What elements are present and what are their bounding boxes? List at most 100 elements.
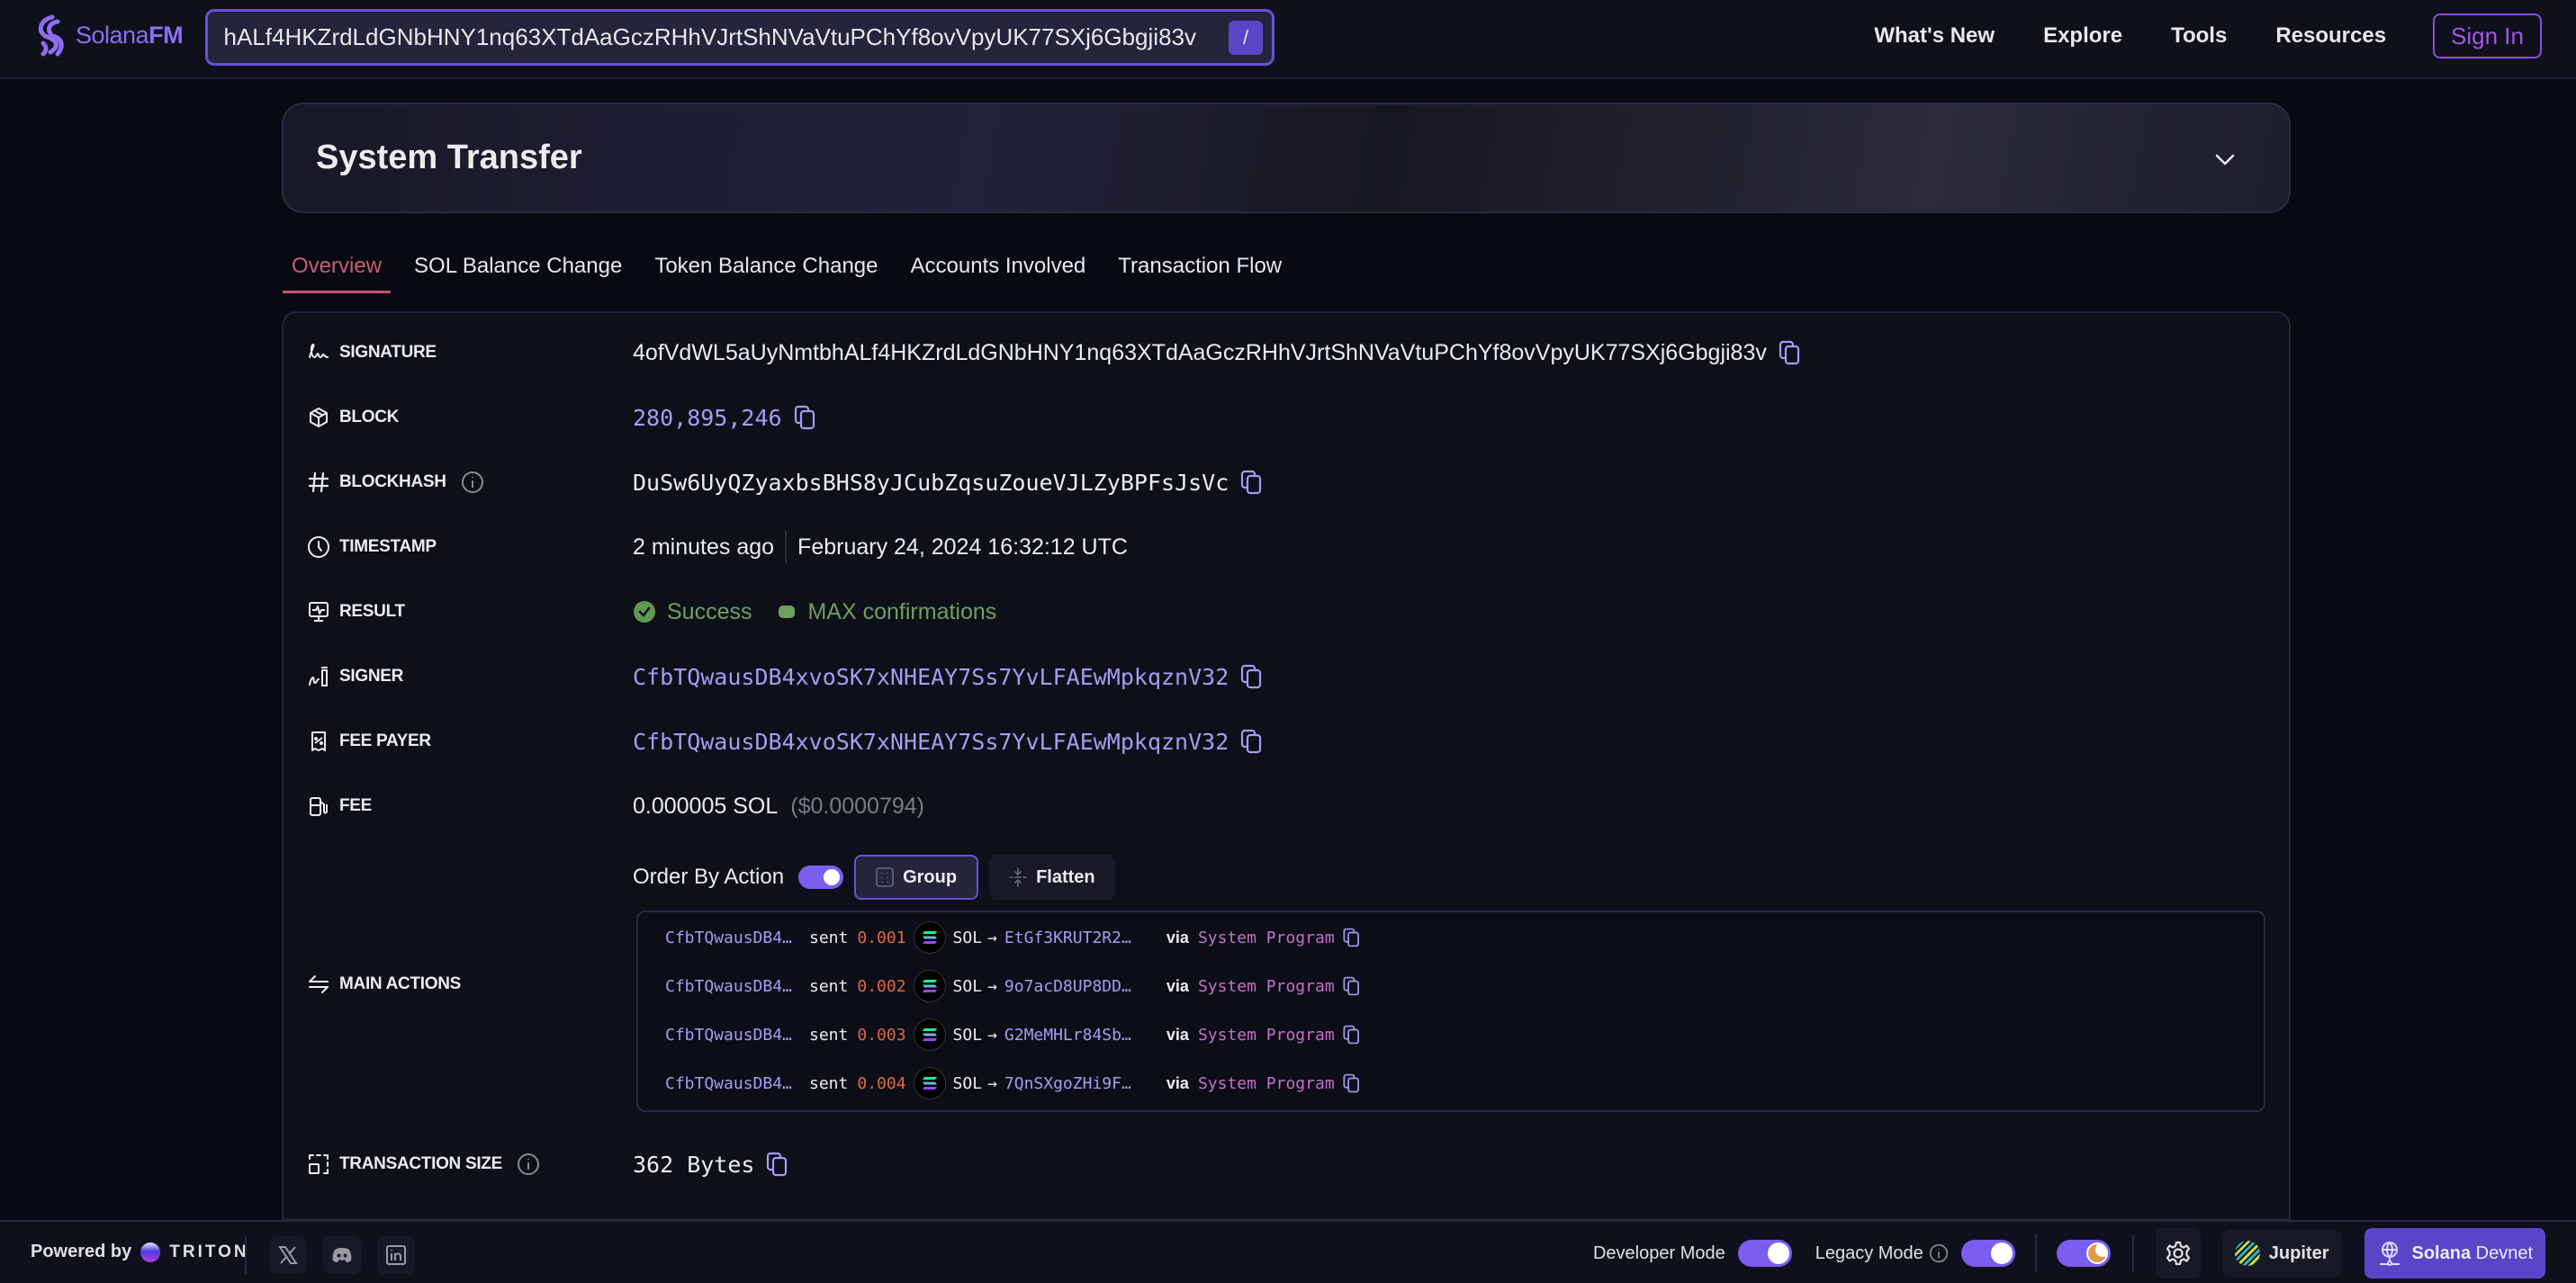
page-title: System Transfer	[316, 139, 582, 176]
timestamp-absolute: February 24, 2024 16:32:12 UTC	[797, 534, 1128, 560]
transaction-size-value: 362 Bytes	[633, 1151, 755, 1178]
blockhash-label: BLOCKHASH	[339, 472, 446, 491]
action-to-link[interactable]: 9o7acD8UP8DD…	[1004, 977, 1166, 996]
copy-icon[interactable]	[1342, 1024, 1362, 1045]
result-row: RESULT Success MAX confirmations	[284, 594, 2289, 630]
resize-icon	[309, 1154, 329, 1174]
info-icon[interactable]	[461, 471, 484, 494]
action-from-link[interactable]: CfbTQwausDB4…	[665, 929, 809, 947]
action-to-link[interactable]: G2MeMHLr84Sb…	[1004, 1026, 1166, 1045]
copy-icon[interactable]	[1342, 975, 1362, 997]
group-button[interactable]: Group	[854, 855, 979, 900]
network-selector-button[interactable]: Solana Devnet	[2364, 1228, 2545, 1279]
transaction-size-label: TRANSACTION SIZE	[339, 1154, 502, 1173]
blockhash-row: BLOCKHASH DuSw6UyQZyaxbsBHS8yJCubZqsuZou…	[284, 464, 2289, 500]
action-via: via	[1166, 976, 1189, 995]
action-to-link[interactable]: EtGf3KRUT2R2…	[1004, 929, 1166, 947]
action-item: CfbTQwausDB4… sent 0.003 SOL → G2MeMHLr8…	[665, 1018, 1362, 1051]
network-name: Solana	[2411, 1243, 2472, 1263]
search-bar[interactable]: /	[205, 9, 1274, 66]
order-by-action-toggle[interactable]	[798, 866, 844, 889]
signer-label: SIGNER	[339, 667, 404, 686]
info-icon[interactable]	[517, 1153, 540, 1176]
copy-icon[interactable]	[1778, 339, 1803, 366]
gear-icon	[2166, 1241, 2190, 1266]
sign-in-button[interactable]: Sign In	[2433, 13, 2542, 58]
powered-by[interactable]: Powered by TRITON	[31, 1242, 249, 1262]
x-twitter-icon	[278, 1246, 298, 1264]
search-input[interactable]	[224, 23, 1196, 51]
copy-icon[interactable]	[1342, 927, 1362, 948]
blockhash-value[interactable]: DuSw6UyQZyaxbsBHS8yJCubZqsuZoueVJLZyBPFs…	[633, 470, 1229, 496]
tab-overview[interactable]: Overview	[283, 243, 392, 293]
jupiter-button[interactable]: Jupiter	[2221, 1230, 2342, 1277]
fee-label-group: FEE	[307, 794, 372, 818]
signer-address-link[interactable]: CfbTQwausDB4xvoSK7xNHEAY7Ss7YvLFAEwMpkqz…	[633, 664, 1229, 690]
developer-mode-toggle[interactable]	[1737, 1240, 1792, 1267]
fee-payer-row: FEE PAYER CfbTQwausDB4xvoSK7xNHEAY7Ss7Yv…	[284, 723, 2289, 759]
signer-label-group: SIGNER	[307, 665, 403, 688]
search-shortcut-button[interactable]: /	[1229, 21, 1263, 55]
nav-whats-new[interactable]: What's New	[1874, 23, 1995, 49]
action-amount: 0.002	[857, 976, 906, 996]
fee-label: FEE	[339, 796, 373, 815]
block-label-group: BLOCK	[307, 406, 399, 429]
action-to-link[interactable]: 7QnSXgoZHi9F…	[1004, 1074, 1166, 1093]
copy-icon[interactable]	[765, 1151, 790, 1178]
action-from-link[interactable]: CfbTQwausDB4…	[665, 1026, 809, 1045]
signature-label: SIGNATURE	[339, 343, 437, 362]
transaction-size-row: TRANSACTION SIZE 362 Bytes	[284, 1146, 2289, 1182]
timestamp-label: TIMESTAMP	[339, 537, 437, 556]
fee-usd: ($0.0000794)	[790, 793, 924, 819]
chevron-down-icon[interactable]	[2211, 146, 2238, 173]
action-program-link[interactable]: System Program	[1198, 1026, 1335, 1045]
theme-toggle[interactable]	[2056, 1240, 2111, 1267]
solanafm-logo[interactable]: SolanaFM	[34, 13, 184, 58]
x-twitter-button[interactable]	[269, 1236, 307, 1274]
main-nav: What's New Explore Tools Resources Sign …	[1825, 0, 2576, 72]
copy-icon[interactable]	[1239, 728, 1265, 755]
fee-payer-label: FEE PAYER	[339, 731, 431, 750]
copy-icon[interactable]	[1239, 663, 1265, 690]
developer-mode-label: Developer Mode	[1592, 1243, 1725, 1263]
action-via: via	[1166, 928, 1189, 947]
copy-icon[interactable]	[1239, 469, 1265, 496]
signature-row: SIGNATURE 4ofVdWL5aUyNmtbhALf4HKZrdLdGNb…	[284, 335, 2289, 371]
action-program-link[interactable]: System Program	[1198, 929, 1335, 947]
settings-button[interactable]	[2155, 1228, 2201, 1279]
transaction-tabs: Overview SOL Balance Change Token Balanc…	[283, 243, 1305, 293]
legacy-mode-toggle[interactable]	[1960, 1240, 2015, 1267]
tab-sol-balance-change[interactable]: SOL Balance Change	[405, 243, 631, 293]
info-icon[interactable]	[1929, 1243, 1949, 1263]
logo-text: SolanaFM	[76, 21, 184, 49]
arrow-right-icon: →	[987, 1025, 997, 1045]
flatten-button[interactable]: Flatten	[989, 855, 1115, 900]
action-token: SOL	[952, 1025, 983, 1045]
jupiter-label: Jupiter	[2268, 1243, 2329, 1263]
nav-explore[interactable]: Explore	[2043, 23, 2122, 49]
action-verb: sent	[809, 1073, 849, 1093]
linkedin-button[interactable]	[377, 1236, 415, 1274]
signature-value[interactable]: 4ofVdWL5aUyNmtbhALf4HKZrdLdGNbHNY1nq63XT…	[633, 340, 1767, 366]
nav-resources[interactable]: Resources	[2275, 23, 2386, 49]
tab-accounts-involved[interactable]: Accounts Involved	[902, 243, 1095, 293]
nav-tools[interactable]: Tools	[2171, 23, 2227, 49]
flatten-label: Flatten	[1036, 866, 1095, 887]
discord-button[interactable]	[323, 1236, 361, 1274]
discord-icon	[332, 1248, 352, 1262]
tab-token-balance-change[interactable]: Token Balance Change	[645, 243, 887, 293]
block-number-link[interactable]: 280,895,246	[633, 405, 782, 431]
action-program-link[interactable]: System Program	[1198, 1074, 1335, 1093]
fee-payer-address-link[interactable]: CfbTQwausDB4xvoSK7xNHEAY7Ss7YvLFAEwMpkqz…	[633, 729, 1229, 755]
copy-icon[interactable]	[1342, 1072, 1362, 1094]
tab-transaction-flow[interactable]: Transaction Flow	[1109, 243, 1291, 293]
action-program-link[interactable]: System Program	[1198, 977, 1335, 996]
action-verb: sent	[809, 1025, 849, 1045]
timestamp-label-group: TIMESTAMP	[307, 535, 437, 559]
action-from-link[interactable]: CfbTQwausDB4…	[665, 1074, 809, 1093]
copy-icon[interactable]	[793, 404, 818, 431]
network-type: Devnet	[2475, 1243, 2533, 1263]
group-icon	[876, 867, 894, 887]
action-from-link[interactable]: CfbTQwausDB4…	[665, 977, 809, 996]
fee-value: 0.000005 SOL	[633, 793, 779, 819]
